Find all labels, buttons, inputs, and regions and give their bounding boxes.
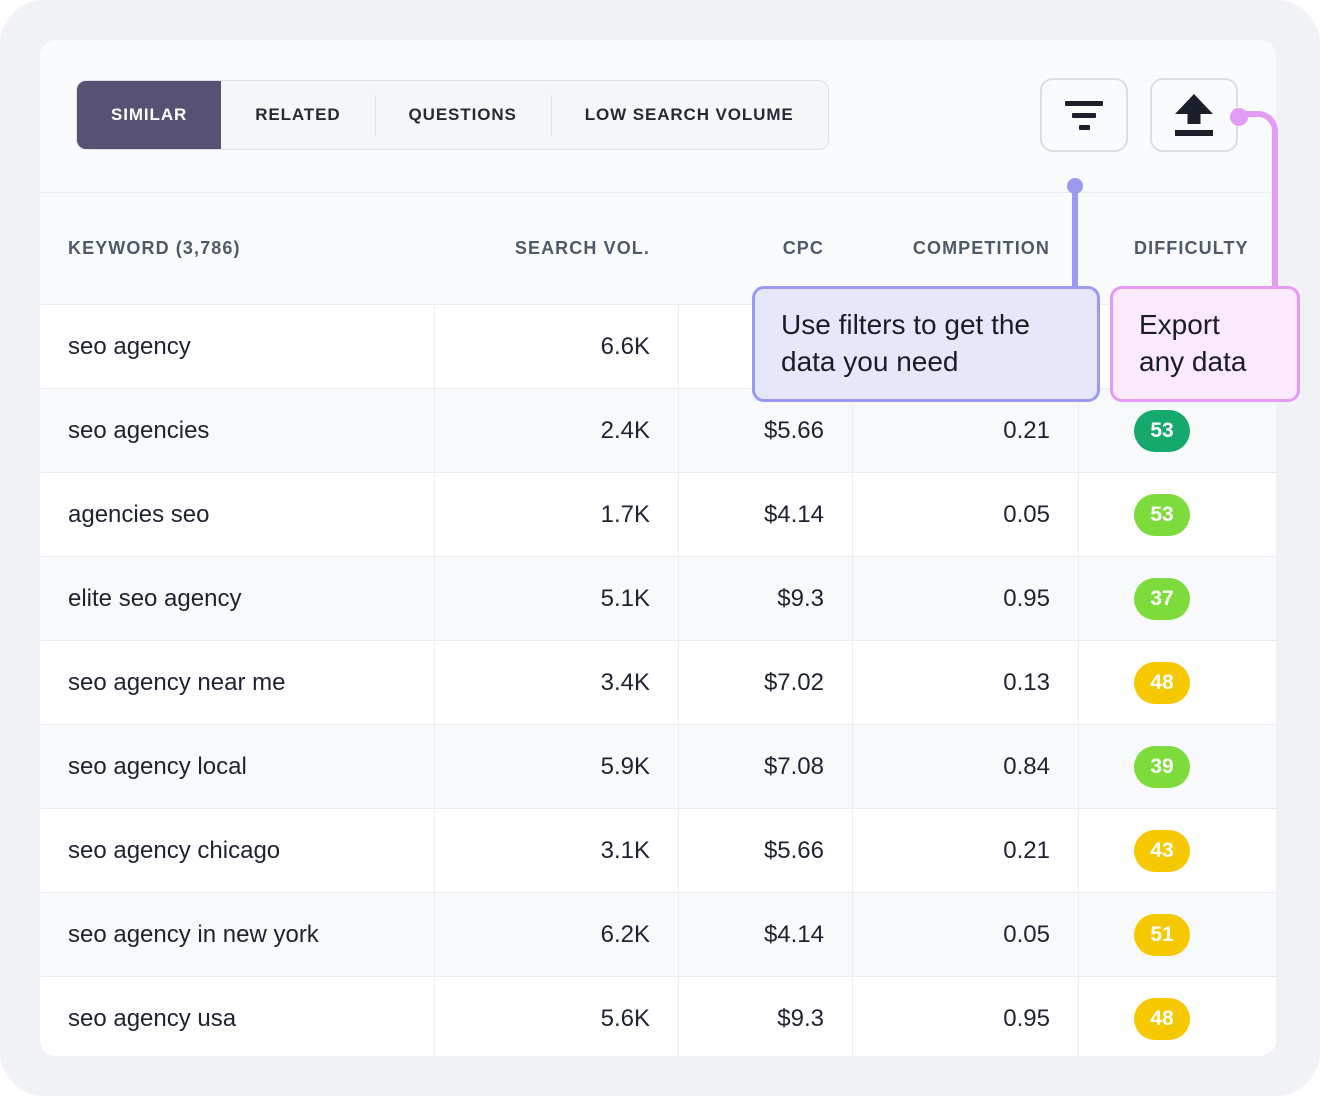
cell-keyword: seo agency: [40, 305, 434, 388]
cell-difficulty: 48: [1078, 977, 1276, 1056]
cell-keyword: seo agency usa: [40, 977, 434, 1056]
cell-volume: 1.7K: [434, 473, 678, 556]
table-row[interactable]: seo agency in new york6.2K$4.140.05 51: [40, 892, 1276, 976]
filter-icon: [1065, 101, 1103, 130]
tab-low-search-volume[interactable]: LOW SEARCH VOLUME: [551, 81, 828, 149]
difficulty-badge: 39: [1134, 746, 1190, 788]
column-header-keyword[interactable]: KEYWORD (3,786): [40, 193, 434, 304]
export-upload-icon: [1174, 94, 1214, 136]
cell-volume: 6.6K: [434, 305, 678, 388]
cell-volume: 6.2K: [434, 893, 678, 976]
tab-questions[interactable]: QUESTIONS: [375, 81, 551, 149]
table-row[interactable]: seo agency local5.9K$7.080.84 39: [40, 724, 1276, 808]
cell-keyword: agencies seo: [40, 473, 434, 556]
cell-volume: 5.9K: [434, 725, 678, 808]
cell-competition: 0.05: [852, 473, 1078, 556]
cell-competition: 0.84: [852, 725, 1078, 808]
cell-cpc: $4.14: [678, 473, 852, 556]
cell-keyword: seo agency in new york: [40, 893, 434, 976]
cell-volume: 5.6K: [434, 977, 678, 1056]
difficulty-badge: 37: [1134, 578, 1190, 620]
export-tooltip-text: Export any data: [1139, 307, 1271, 381]
cell-cpc: $4.14: [678, 893, 852, 976]
table-row[interactable]: agencies seo1.7K$4.140.05 53: [40, 472, 1276, 556]
export-tooltip: Export any data: [1110, 286, 1300, 402]
difficulty-badge: 53: [1134, 410, 1190, 452]
filter-tooltip: Use filters to get the data you need: [752, 286, 1100, 402]
tab-bar: SIMILARRELATEDQUESTIONSLOW SEARCH VOLUME: [76, 80, 829, 150]
cell-keyword: elite seo agency: [40, 557, 434, 640]
cell-difficulty: 48: [1078, 641, 1276, 724]
difficulty-badge: 48: [1134, 998, 1190, 1040]
cell-difficulty: 53: [1078, 473, 1276, 556]
table-row[interactable]: seo agency chicago3.1K$5.660.21 43: [40, 808, 1276, 892]
cell-competition: 0.05: [852, 893, 1078, 976]
cell-cpc: $5.66: [678, 809, 852, 892]
cell-cpc: $7.08: [678, 725, 852, 808]
tab-similar[interactable]: SIMILAR: [77, 81, 221, 149]
screenshot-root: SIMILARRELATEDQUESTIONSLOW SEARCH VOLUME…: [0, 0, 1320, 1096]
cell-volume: 2.4K: [434, 389, 678, 472]
cell-competition: 0.95: [852, 557, 1078, 640]
column-header-volume[interactable]: SEARCH VOL.: [434, 193, 678, 304]
cell-difficulty: 39: [1078, 725, 1276, 808]
cell-keyword: seo agency chicago: [40, 809, 434, 892]
cell-keyword: seo agency near me: [40, 641, 434, 724]
cell-difficulty: 37: [1078, 557, 1276, 640]
cell-cpc: $9.3: [678, 977, 852, 1056]
cell-volume: 3.1K: [434, 809, 678, 892]
difficulty-badge: 48: [1134, 662, 1190, 704]
table-row[interactable]: seo agency near me3.4K$7.020.13 48: [40, 640, 1276, 724]
table-row[interactable]: seo agency usa5.6K$9.30.95 48: [40, 976, 1276, 1056]
difficulty-badge: 43: [1134, 830, 1190, 872]
table-row[interactable]: elite seo agency5.1K$9.30.95 37: [40, 556, 1276, 640]
filter-tooltip-text: Use filters to get the data you need: [781, 307, 1071, 381]
cell-difficulty: 43: [1078, 809, 1276, 892]
cell-cpc: $7.02: [678, 641, 852, 724]
cell-competition: 0.95: [852, 977, 1078, 1056]
cell-competition: 0.21: [852, 809, 1078, 892]
difficulty-badge: 53: [1134, 494, 1190, 536]
keyword-table-card: SIMILARRELATEDQUESTIONSLOW SEARCH VOLUME…: [40, 40, 1276, 1056]
toolbar: SIMILARRELATEDQUESTIONSLOW SEARCH VOLUME: [40, 40, 1276, 192]
cell-cpc: $9.3: [678, 557, 852, 640]
export-button[interactable]: [1150, 78, 1238, 152]
cell-keyword: seo agency local: [40, 725, 434, 808]
cell-competition: 0.13: [852, 641, 1078, 724]
difficulty-badge: 51: [1134, 914, 1190, 956]
cell-volume: 5.1K: [434, 557, 678, 640]
cell-difficulty: 51: [1078, 893, 1276, 976]
filter-button[interactable]: [1040, 78, 1128, 152]
cell-volume: 3.4K: [434, 641, 678, 724]
cell-keyword: seo agencies: [40, 389, 434, 472]
tab-related[interactable]: RELATED: [221, 81, 374, 149]
